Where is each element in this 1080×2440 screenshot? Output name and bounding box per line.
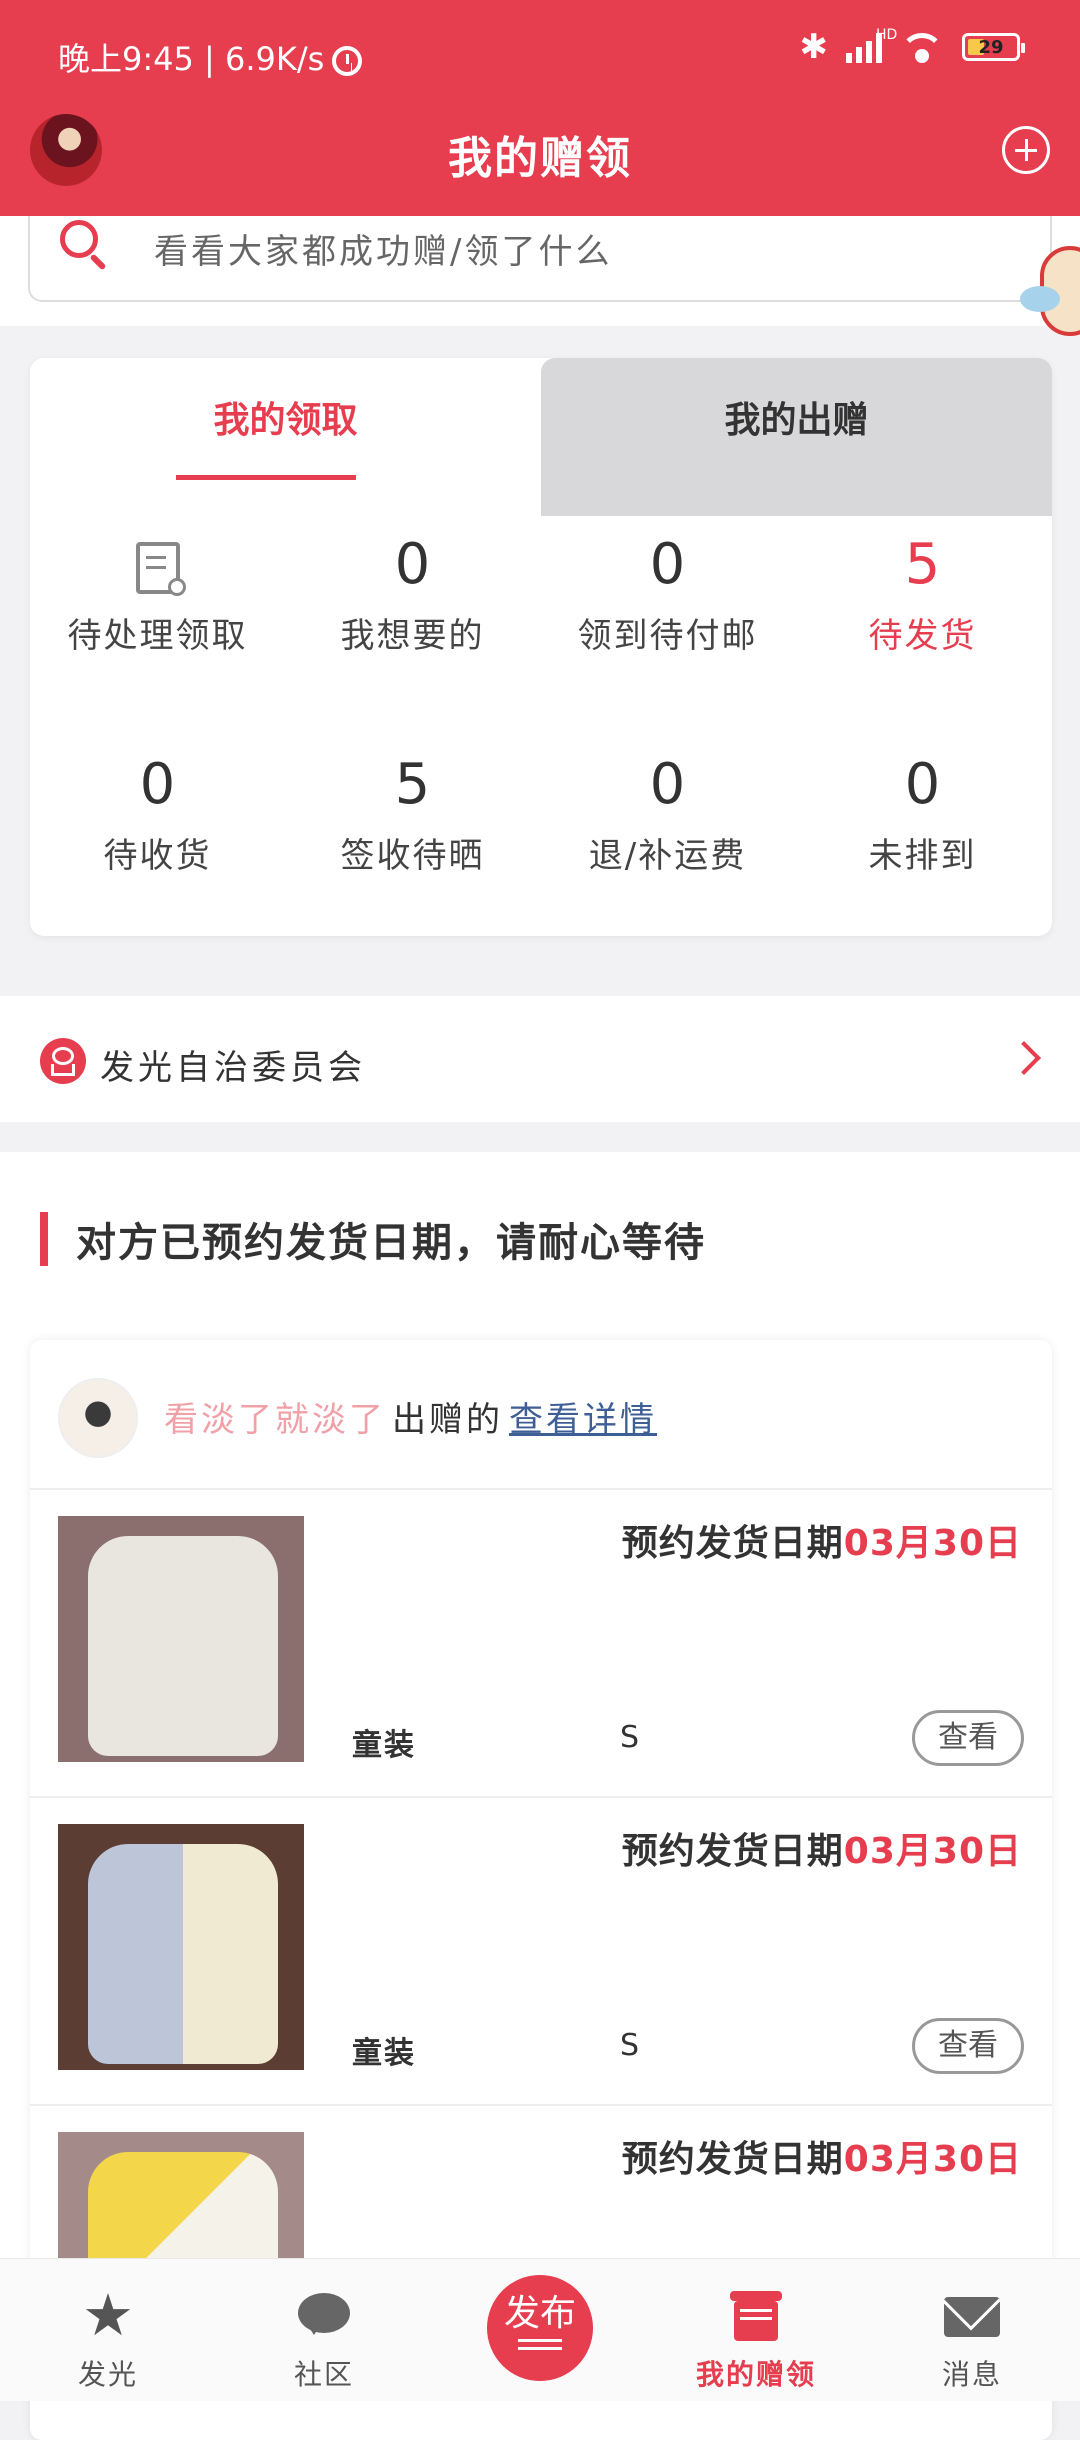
status-time: 晚上9:45 | 6.9K/s bbox=[58, 34, 363, 80]
mail-icon bbox=[944, 2287, 1000, 2343]
tab-community[interactable]: 社区 bbox=[216, 2259, 432, 2401]
committee-label: 发光自治委员会 bbox=[100, 1048, 366, 1088]
tab-glow[interactable]: ★ 发光 bbox=[0, 2259, 216, 2401]
stat-received-to-share[interactable]: 5 签收待晒 bbox=[285, 750, 540, 877]
stat-await-shipment[interactable]: 5 待发货 bbox=[795, 530, 1050, 657]
stat-shipping-refund[interactable]: 0 退/补运费 bbox=[540, 750, 795, 877]
star-icon: ★ bbox=[82, 2281, 134, 2349]
chat-bubble-icon bbox=[296, 2287, 352, 2343]
search-icon bbox=[60, 220, 98, 258]
item-size: S bbox=[620, 2028, 640, 2063]
tab-my-claims[interactable]: 我的领取 bbox=[30, 358, 541, 516]
ship-date: 预约发货日期03月30日 bbox=[621, 1523, 1022, 1564]
stat-pending-claims[interactable]: 待处理领取 bbox=[30, 530, 285, 657]
item-size: S bbox=[620, 1720, 640, 1755]
gift-icon bbox=[728, 2287, 784, 2343]
signal-group: HD bbox=[846, 27, 897, 63]
stat-await-postage[interactable]: 0 领到待付邮 bbox=[540, 530, 795, 657]
item-photo[interactable] bbox=[58, 1824, 304, 2070]
view-button[interactable]: 查看 bbox=[912, 2018, 1024, 2074]
section-title: 对方已预约发货日期，请耐心等待 bbox=[76, 1220, 706, 1266]
stat-await-receipt[interactable]: 0 待收货 bbox=[30, 750, 285, 877]
search-area: 看看大家都成功赠/领了什么 bbox=[0, 216, 1080, 326]
bluetooth-icon: ✱ bbox=[799, 27, 829, 67]
committee-icon bbox=[40, 1038, 86, 1084]
view-button[interactable]: 查看 bbox=[912, 1710, 1024, 1766]
pending-shipment-section: 对方已预约发货日期，请耐心等待 看淡了就淡了 出赠的 查看详情 预约发货日期03月3… bbox=[0, 1152, 1080, 2440]
giver-avatar[interactable] bbox=[58, 1378, 138, 1458]
tab-my-gifts[interactable]: 我的出赠 bbox=[541, 358, 1052, 516]
giver-action: 出赠的 bbox=[392, 1400, 503, 1440]
section-accent-bar bbox=[40, 1212, 48, 1266]
plus-circle-icon[interactable] bbox=[1002, 126, 1050, 174]
item-photo[interactable] bbox=[58, 1516, 304, 1762]
battery-level: 29 bbox=[978, 36, 1004, 58]
chevron-right-icon bbox=[1007, 1041, 1041, 1075]
giver-row: 看淡了就淡了 出赠的 查看详情 bbox=[30, 1340, 1052, 1490]
item-category: 童装 bbox=[352, 2036, 416, 2071]
hd-label: HD bbox=[876, 27, 898, 43]
ship-date: 预约发货日期03月30日 bbox=[621, 1831, 1022, 1872]
list-item[interactable]: 预约发货日期03月30日 童装 S 查看 bbox=[30, 1488, 1052, 1798]
publish-icon bbox=[518, 2339, 562, 2342]
page-title: 我的赠领 bbox=[448, 133, 632, 184]
search-placeholder: 看看大家都成功赠/领了什么 bbox=[154, 232, 613, 272]
stat-not-scheduled[interactable]: 0 未排到 bbox=[795, 750, 1050, 877]
committee-row[interactable]: 发光自治委员会 bbox=[0, 996, 1080, 1122]
status-icons: ✱ HD 29 bbox=[799, 27, 1025, 67]
tab-my-gifts-claims[interactable]: 我的赠领 bbox=[648, 2259, 864, 2401]
item-category: 童装 bbox=[352, 1728, 416, 1763]
search-input[interactable]: 看看大家都成功赠/领了什么 bbox=[28, 216, 1052, 302]
stat-wanted[interactable]: 0 我想要的 bbox=[285, 530, 540, 657]
publish-button[interactable]: 发布 bbox=[487, 2275, 593, 2381]
view-details-link[interactable]: 查看详情 bbox=[509, 1400, 657, 1440]
claim-stats-card: 我的领取 我的出赠 待处理领取 0 我想要的 0 领到待付邮 5 待发货 0 待… bbox=[30, 358, 1052, 936]
list-item[interactable]: 预约发货日期03月30日 童装 S 查看 bbox=[30, 1796, 1052, 2106]
giver-name[interactable]: 看淡了就淡了 bbox=[164, 1400, 386, 1440]
alarm-icon bbox=[332, 46, 363, 76]
mascot-float-icon[interactable] bbox=[1020, 226, 1080, 366]
battery-icon: 29 bbox=[962, 33, 1025, 61]
tab-messages[interactable]: 消息 bbox=[864, 2259, 1080, 2401]
ship-date: 预约发货日期03月30日 bbox=[621, 2139, 1022, 2180]
document-icon bbox=[135, 542, 186, 596]
bottom-tab-bar: ★ 发光 社区 发布 我的赠领 消息 bbox=[0, 2258, 1080, 2401]
app-header: 晚上9:45 | 6.9K/s ✱ HD 29 我的赠领 bbox=[0, 0, 1080, 216]
wifi-icon bbox=[900, 31, 944, 63]
